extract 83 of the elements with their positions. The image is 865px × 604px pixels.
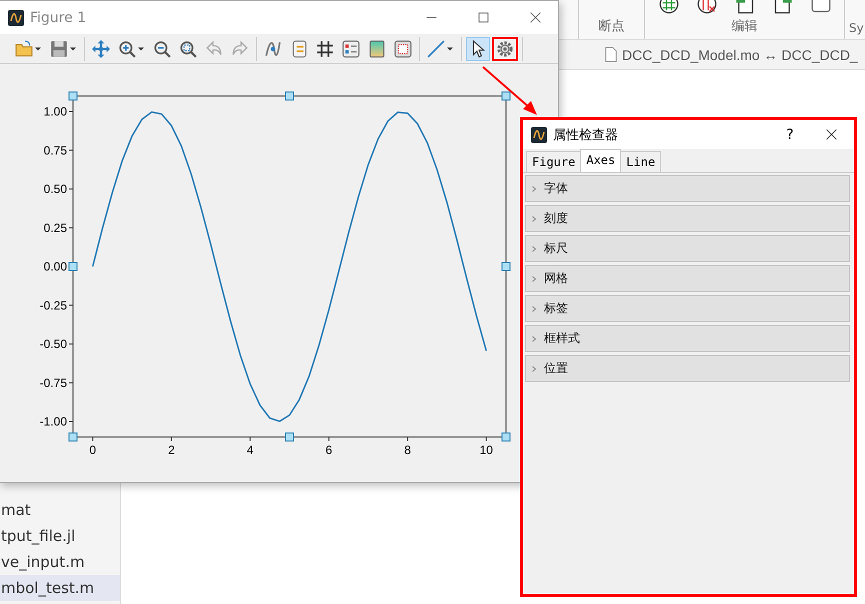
- document-icon[interactable]: [734, 0, 754, 14]
- tick-label: 0.75: [44, 143, 67, 158]
- window-title: Figure 1: [30, 10, 88, 26]
- grid-icon: [316, 40, 334, 58]
- close-icon[interactable]: [528, 11, 542, 24]
- ribbon-group-label: 断点: [598, 18, 624, 35]
- window-title: 属性检查器: [553, 126, 619, 144]
- checkbox-icon[interactable]: [810, 0, 830, 14]
- selection-handle[interactable]: [285, 92, 294, 100]
- zoom-fit-icon: [179, 40, 197, 58]
- caret-icon: [34, 45, 42, 53]
- section-header[interactable]: 位置: [525, 355, 850, 382]
- settings-icon: [496, 40, 514, 58]
- color-swatch-icon: [368, 40, 386, 58]
- folder-icon: [15, 40, 33, 58]
- tab[interactable]: Figure: [526, 151, 582, 172]
- tick-label: -0.50: [40, 337, 67, 351]
- help-button[interactable]: ?: [778, 126, 802, 142]
- tick-label: 2: [168, 443, 175, 457]
- section-label: 刻度: [544, 210, 568, 227]
- settings-panel-icon: [342, 40, 360, 58]
- zoom-in-icon: [118, 40, 136, 58]
- tick-label: 0: [89, 443, 96, 457]
- file-icon: [604, 46, 618, 63]
- tick-label: 10: [480, 443, 493, 457]
- section-label: 位置: [544, 360, 568, 377]
- ribbon-group-label: Sy: [849, 21, 864, 35]
- caret-icon: [446, 45, 454, 53]
- curve-icon: [264, 40, 282, 58]
- file-tab[interactable]: DCC_DCD_Model.mo ↔ DCC_DCD_: [622, 46, 858, 62]
- tick-label: 8: [404, 443, 411, 457]
- section-header[interactable]: 刻度: [525, 205, 850, 232]
- toolbar-button[interactable]: [466, 37, 490, 61]
- tab[interactable]: Line: [620, 151, 662, 172]
- move-arrows-icon: [92, 40, 110, 58]
- section-header[interactable]: 标尺: [525, 235, 850, 262]
- annotation-arrow: [482, 66, 537, 115]
- section-header[interactable]: 框样式: [525, 325, 850, 352]
- section-header[interactable]: 字体: [525, 175, 850, 202]
- redo-arrow-icon: [231, 40, 249, 58]
- hash-cross-icon[interactable]: [696, 0, 716, 14]
- tick-label: -0.75: [40, 376, 67, 390]
- section-label: 网格: [544, 270, 568, 287]
- section-header[interactable]: 网格: [525, 265, 850, 292]
- zoom-out-icon: [153, 40, 171, 58]
- app-logo-icon: [531, 126, 547, 142]
- file-list-item[interactable]: ve_input.m: [0, 549, 120, 575]
- section-label: 标尺: [544, 240, 568, 257]
- selection-handle[interactable]: [502, 92, 510, 100]
- document-icon[interactable]: [772, 0, 792, 14]
- selection-handle[interactable]: [502, 432, 510, 442]
- hash-icon[interactable]: [658, 0, 678, 14]
- tick-label: 0.00: [44, 260, 67, 274]
- caret-icon: [69, 45, 77, 53]
- section-header[interactable]: 标签: [525, 295, 850, 322]
- tick-label: -0.25: [40, 298, 67, 312]
- ribbon-group-label: 编辑: [732, 18, 758, 35]
- line-icon: [427, 40, 445, 58]
- frame-icon: [394, 40, 412, 58]
- section-label: 框样式: [544, 330, 580, 347]
- selection-handle[interactable]: [68, 92, 78, 100]
- undo-arrow-icon: [205, 40, 223, 58]
- file-list-item[interactable]: mat: [0, 497, 120, 523]
- tick-label: 1.00: [44, 104, 67, 118]
- selection-handle[interactable]: [68, 432, 78, 442]
- selection-handle[interactable]: [285, 432, 294, 442]
- selection-handle[interactable]: [68, 262, 78, 271]
- tab[interactable]: Axes: [580, 149, 622, 172]
- close-icon[interactable]: [824, 128, 838, 141]
- caret-icon: [137, 45, 145, 53]
- tick-label: 6: [326, 443, 332, 457]
- tick-label: 0.25: [44, 220, 67, 235]
- section-label: 字体: [544, 180, 568, 197]
- tick-label: 4: [246, 443, 254, 457]
- selection-handle[interactable]: [502, 262, 510, 271]
- app-logo-icon: [8, 10, 24, 26]
- tick-label: 0.50: [44, 182, 67, 196]
- legend-icon: [290, 40, 308, 58]
- file-list-item[interactable]: tput_file.jl: [0, 523, 120, 549]
- maximize-icon[interactable]: [476, 11, 490, 24]
- section-label: 标签: [544, 300, 568, 317]
- tick-label: -1.00: [40, 414, 67, 428]
- file-list-item[interactable]: mbol_test.m: [0, 575, 120, 601]
